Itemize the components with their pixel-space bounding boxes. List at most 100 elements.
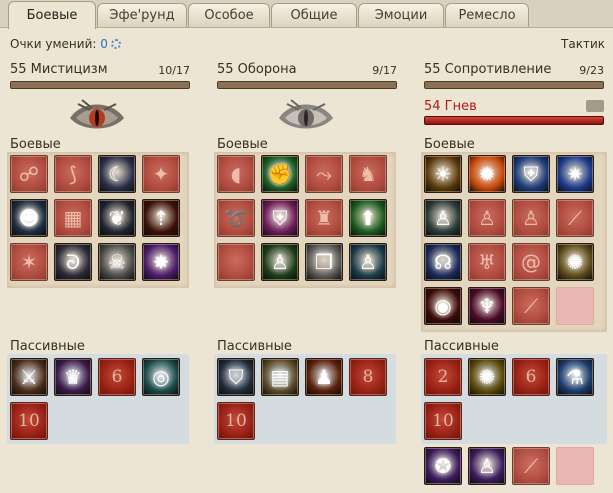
purple-burst-icon[interactable]: ✸ bbox=[142, 243, 180, 281]
skill-glyph: ⤳ bbox=[316, 162, 332, 186]
crack-icon[interactable]: ✶ bbox=[10, 243, 48, 281]
lasso-icon[interactable]: ➰ bbox=[217, 199, 255, 237]
column-count: 9/23 bbox=[579, 64, 604, 77]
red-slash-icon[interactable]: ⟋ bbox=[512, 447, 550, 485]
cube-icon[interactable]: ❒ bbox=[305, 243, 343, 281]
shadow-pose-icon[interactable]: ♙ bbox=[468, 199, 506, 237]
helm-icon[interactable]: ♞ bbox=[349, 155, 387, 193]
explosion-icon[interactable]: ✹ bbox=[468, 155, 506, 193]
required-level: 8 bbox=[362, 367, 374, 387]
upgrade-arrow-icon[interactable] bbox=[586, 100, 604, 112]
green-arrow-icon[interactable]: ⬆ bbox=[349, 199, 387, 237]
green-man-icon[interactable]: ♙ bbox=[261, 243, 299, 281]
purple-figure-icon[interactable]: ♙ bbox=[468, 447, 506, 485]
skill-glyph: ☻ bbox=[18, 206, 40, 230]
progress-fill bbox=[425, 82, 603, 88]
pink-orb-icon[interactable]: ✪ bbox=[424, 447, 462, 485]
skill-glyph: ⛨ bbox=[272, 206, 288, 230]
dark-aura-icon[interactable]: ☻ bbox=[10, 199, 48, 237]
raven-icon[interactable]: ❦ bbox=[98, 199, 136, 237]
skill-glyph: ♙ bbox=[478, 206, 496, 230]
spiral-icon[interactable]: @ bbox=[512, 243, 550, 281]
claw-icon[interactable]: ⟆ bbox=[54, 155, 92, 193]
required-level: 10 bbox=[225, 411, 247, 431]
required-level: 6 bbox=[111, 367, 123, 387]
skill-glyph: ☀ bbox=[434, 162, 452, 186]
locked-skill-slot[interactable]: 6 bbox=[98, 358, 136, 396]
tab-special[interactable]: Особое bbox=[188, 3, 270, 27]
golden-orb-icon[interactable]: ✺ bbox=[556, 243, 594, 281]
demon-face-icon[interactable]: ♅ bbox=[468, 243, 506, 281]
green-wave-icon[interactable]: ◎ bbox=[142, 358, 180, 396]
warrior-icon[interactable]: ♜ bbox=[305, 199, 343, 237]
tab-general[interactable]: Общие bbox=[271, 3, 357, 27]
tab-bar: Боевые Эфе'рунд Особое Общие Эмоции Реме… bbox=[0, 0, 613, 29]
passive-skills-grid: ⛉ ▤ ♟ 8 10 bbox=[217, 358, 387, 440]
bind-icon[interactable]: ✦ bbox=[142, 155, 180, 193]
red-figure-icon[interactable]: ♙ bbox=[512, 199, 550, 237]
skill-glyph: ➰ bbox=[223, 206, 249, 230]
column-title: 55 Сопротивление bbox=[424, 62, 552, 77]
tab-craft[interactable]: Ремесло bbox=[445, 3, 529, 27]
fire-warrior-icon[interactable]: ♟ bbox=[305, 358, 343, 396]
skill-glyph: ✊ bbox=[267, 162, 293, 186]
dark-shield-icon[interactable]: ⛉ bbox=[217, 358, 255, 396]
dragon-eye-icon bbox=[279, 99, 333, 129]
red-blank-icon[interactable] bbox=[217, 243, 255, 281]
skill-glyph: ✹ bbox=[478, 162, 496, 186]
locked-skill-slot[interactable]: 6 bbox=[512, 358, 550, 396]
progress-bar bbox=[424, 81, 604, 89]
skill-points: Очки умений: 0 bbox=[10, 37, 121, 51]
skill-glyph: ✺ bbox=[478, 365, 496, 389]
charge-icon[interactable]: ⤳ bbox=[305, 155, 343, 193]
skill-glyph: ✪ bbox=[434, 454, 452, 478]
blue-head-icon[interactable]: ☊ bbox=[424, 243, 462, 281]
hooded-mage-icon[interactable]: ♛ bbox=[54, 358, 92, 396]
golden-aura-icon[interactable]: ☀ bbox=[424, 155, 462, 193]
required-level: 10 bbox=[432, 411, 454, 431]
locked-skill-slot[interactable]: 10 bbox=[424, 402, 462, 440]
skull-icon[interactable]: ☠ bbox=[98, 243, 136, 281]
required-level: 6 bbox=[525, 367, 537, 387]
skill-glyph: @ bbox=[521, 250, 541, 274]
skill-glyph: ⟋ bbox=[524, 454, 538, 478]
blue-shield-icon[interactable]: ⛨ bbox=[512, 155, 550, 193]
flex-icon[interactable]: ♙ bbox=[349, 243, 387, 281]
locked-skill-slot[interactable]: 10 bbox=[217, 402, 255, 440]
potion-icon[interactable]: ⚗ bbox=[556, 358, 594, 396]
passive-skills-grid: ⚔ ♛ 6 ◎ 10 bbox=[10, 358, 180, 440]
locked-skill-slot[interactable]: 8 bbox=[349, 358, 387, 396]
skill-glyph: ✶ bbox=[20, 250, 38, 274]
demon-icon[interactable]: ♆ bbox=[468, 287, 506, 325]
skill-glyph: ☾ bbox=[108, 162, 126, 186]
tab-aetherhand[interactable]: Эфе'рунд bbox=[97, 3, 187, 27]
gear-icon[interactable] bbox=[110, 39, 121, 49]
blue-star-icon[interactable]: ✷ bbox=[556, 155, 594, 193]
required-level: 2 bbox=[437, 367, 449, 387]
slash-red-icon[interactable]: ⟋ bbox=[512, 287, 550, 325]
whirl-icon[interactable]: ᘐ bbox=[54, 243, 92, 281]
tab-emotions[interactable]: Эмоции bbox=[358, 3, 444, 27]
shield-bash-icon[interactable]: ◖ bbox=[217, 155, 255, 193]
shadow-figure-icon[interactable]: ☾ bbox=[98, 155, 136, 193]
meditate-icon[interactable]: ♙ bbox=[424, 199, 462, 237]
combat-section-label: Боевые bbox=[217, 137, 268, 152]
blades-icon[interactable]: ⚔ bbox=[10, 358, 48, 396]
dark-spike-icon[interactable]: ⇡ bbox=[142, 199, 180, 237]
skill-glyph: ♙ bbox=[478, 454, 496, 478]
golden-swirl-icon[interactable]: ✺ bbox=[468, 358, 506, 396]
green-strike-icon[interactable]: ✊ bbox=[261, 155, 299, 193]
column-title: 55 Мистицизм bbox=[10, 62, 108, 77]
mystic-rune-icon[interactable]: ☍ bbox=[10, 155, 48, 193]
net-icon[interactable]: ▦ bbox=[54, 199, 92, 237]
locked-skill-slot[interactable]: 10 bbox=[10, 402, 48, 440]
skill-glyph: ✸ bbox=[152, 250, 170, 274]
passive-section-label: Пассивные bbox=[10, 339, 85, 354]
chest-icon[interactable]: ▤ bbox=[261, 358, 299, 396]
vortex-icon[interactable]: ◉ bbox=[424, 287, 462, 325]
tab-combat[interactable]: Боевые bbox=[8, 1, 96, 29]
slash-icon[interactable]: ⟋ bbox=[556, 199, 594, 237]
pink-shield-icon[interactable]: ⛨ bbox=[261, 199, 299, 237]
skill-glyph: ◎ bbox=[152, 365, 170, 389]
locked-skill-slot[interactable]: 2 bbox=[424, 358, 462, 396]
